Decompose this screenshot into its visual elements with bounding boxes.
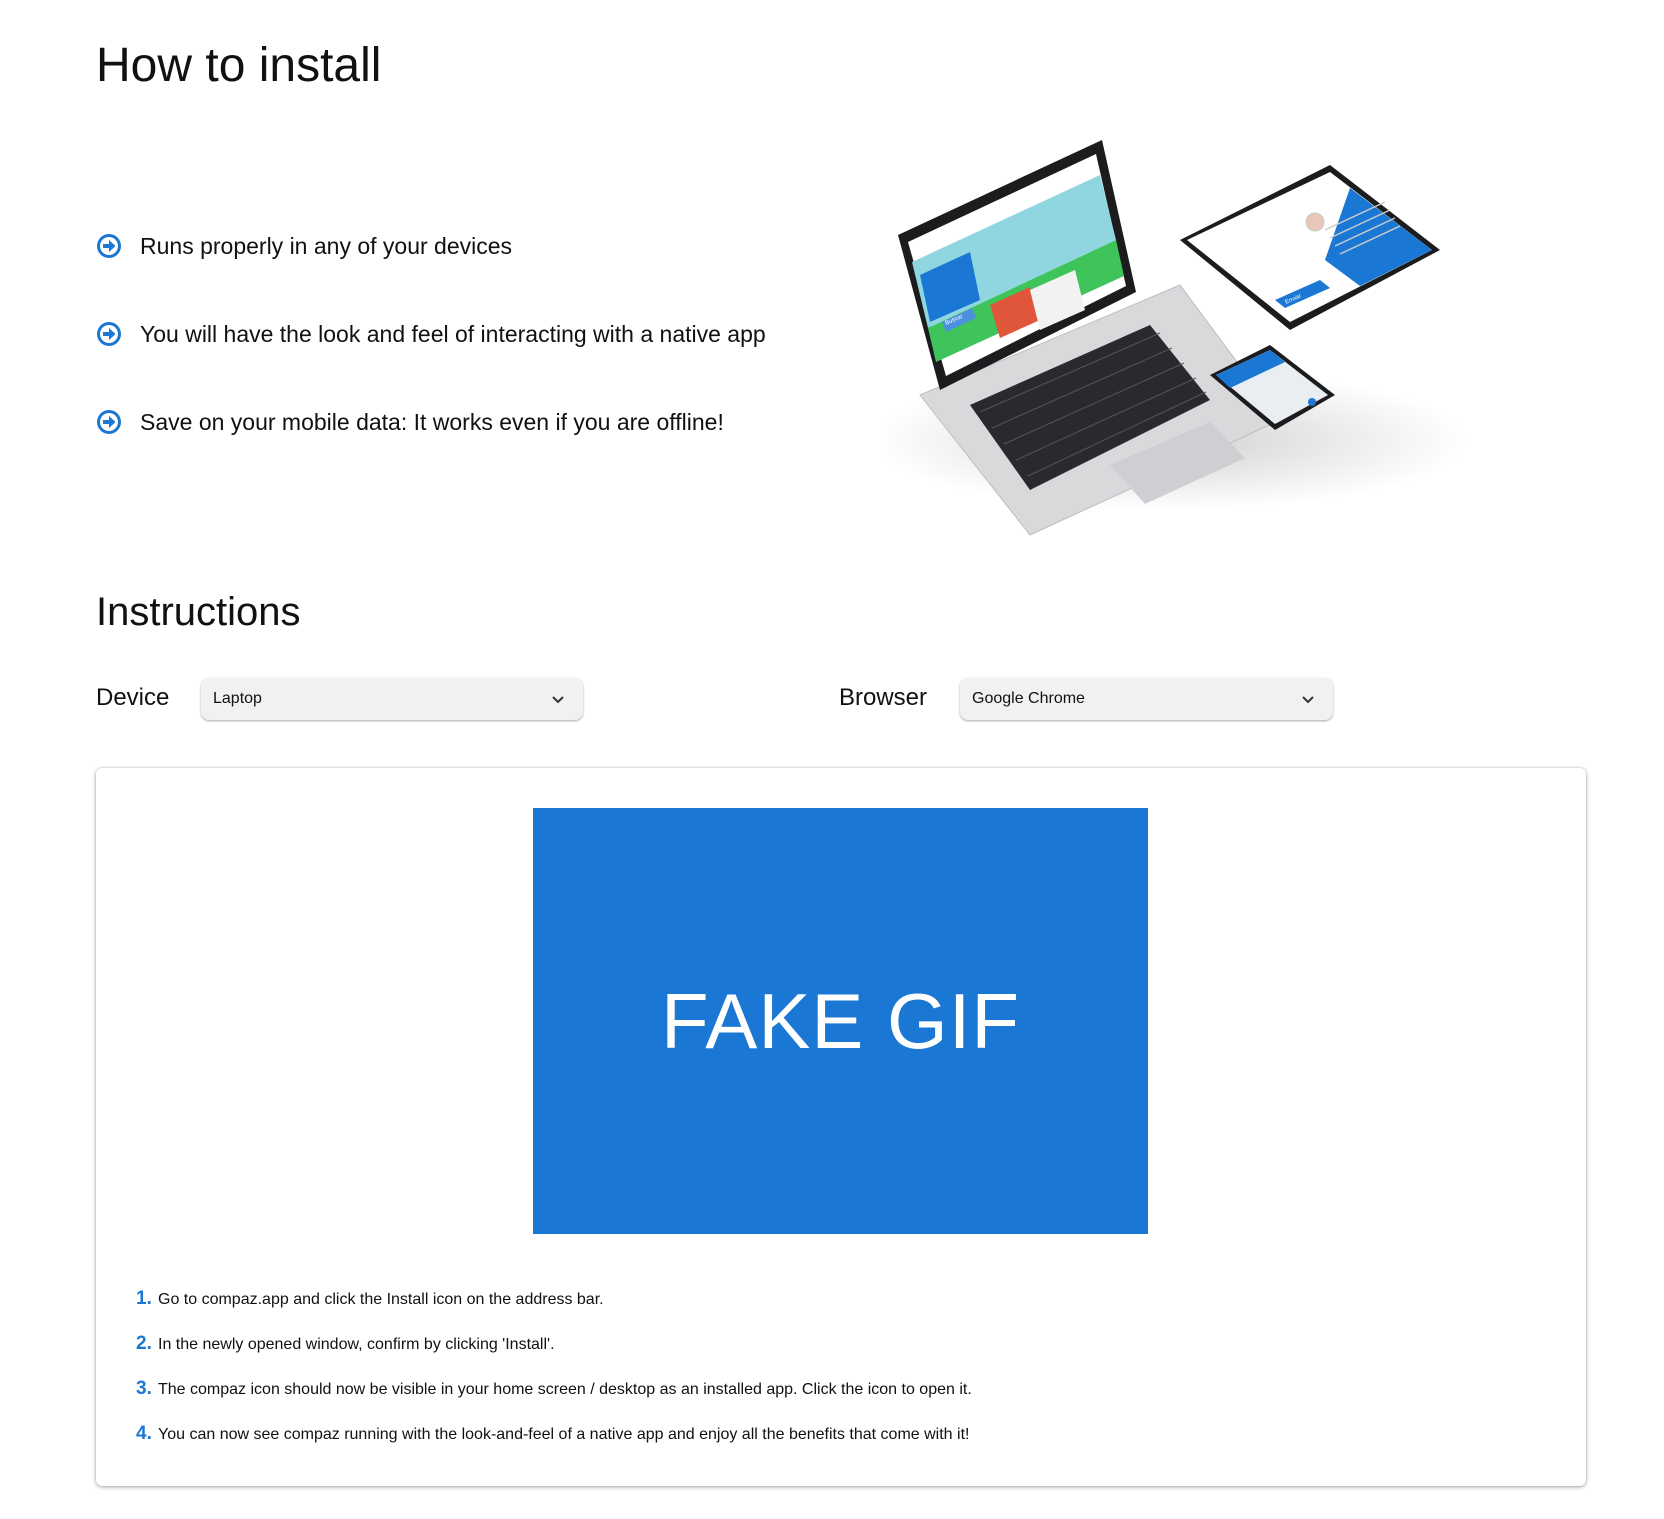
devices-mockup-illustration: Buscar Enviar xyxy=(880,140,1470,536)
instruction-step: 3. The compaz icon should now be visible… xyxy=(136,1378,972,1423)
instruction-step: 1. Go to compaz.app and click the Instal… xyxy=(136,1288,972,1333)
step-number: 1. xyxy=(136,1288,152,1309)
browser-select-value: Google Chrome xyxy=(972,690,1085,707)
device-label: Device xyxy=(96,684,170,711)
feature-text: Runs properly in any of your devices xyxy=(140,232,513,259)
step-text: You can now see compaz running with the … xyxy=(158,1426,970,1443)
instruction-steps: 1. Go to compaz.app and click the Instal… xyxy=(136,1288,972,1468)
feature-list: Runs properly in any of your devices You… xyxy=(96,230,856,494)
feature-item: Runs properly in any of your devices xyxy=(96,230,856,262)
browser-label: Browser xyxy=(839,684,928,711)
step-text: The compaz icon should now be visible in… xyxy=(158,1381,972,1398)
device-select[interactable]: Laptop xyxy=(201,678,583,720)
step-text: Go to compaz.app and click the Install i… xyxy=(158,1291,604,1308)
feature-text: Save on your mobile data: It works even … xyxy=(140,408,724,435)
device-select-value: Laptop xyxy=(213,690,262,707)
instruction-step: 2. In the newly opened window, confirm b… xyxy=(136,1333,972,1378)
instruction-step: 4. You can now see compaz running with t… xyxy=(136,1423,972,1468)
arrow-circle-right-icon xyxy=(97,234,121,258)
arrow-circle-right-icon xyxy=(97,410,121,434)
feature-text: You will have the look and feel of inter… xyxy=(140,320,766,347)
gif-placeholder-text: FAKE GIF xyxy=(660,976,1021,1065)
feature-item: Save on your mobile data: It works even … xyxy=(96,406,856,438)
chevron-down-icon xyxy=(1302,696,1314,704)
instructions-title: Instructions xyxy=(96,590,301,634)
feature-item: You will have the look and feel of inter… xyxy=(96,318,856,350)
browser-select[interactable]: Google Chrome xyxy=(960,678,1333,720)
page-title: How to install xyxy=(96,39,382,92)
instructions-card: FAKE GIF 1. Go to compaz.app and click t… xyxy=(96,768,1586,1486)
arrow-circle-right-icon xyxy=(97,322,121,346)
step-number: 3. xyxy=(136,1378,152,1399)
step-text: In the newly opened window, confirm by c… xyxy=(158,1336,555,1353)
chevron-down-icon xyxy=(552,696,564,704)
step-number: 2. xyxy=(136,1333,152,1354)
install-gif-placeholder: FAKE GIF xyxy=(533,808,1148,1234)
step-number: 4. xyxy=(136,1423,152,1444)
